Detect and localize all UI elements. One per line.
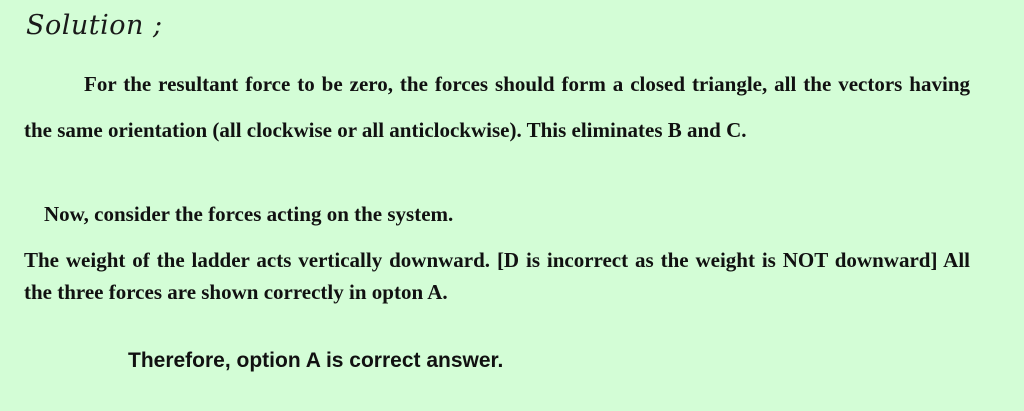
forces-on-system-paragraph: Now, consider the forces acting on the s… [44, 202, 454, 226]
weight-of-ladder-paragraph: The weight of the ladder acts vertically… [24, 248, 970, 304]
closed-triangle-paragraph: For the resultant force to be zero, the … [24, 72, 970, 142]
conclusion-text: Therefore, option A is correct answer. [128, 349, 504, 372]
solution-heading: Solution ; [26, 10, 163, 41]
